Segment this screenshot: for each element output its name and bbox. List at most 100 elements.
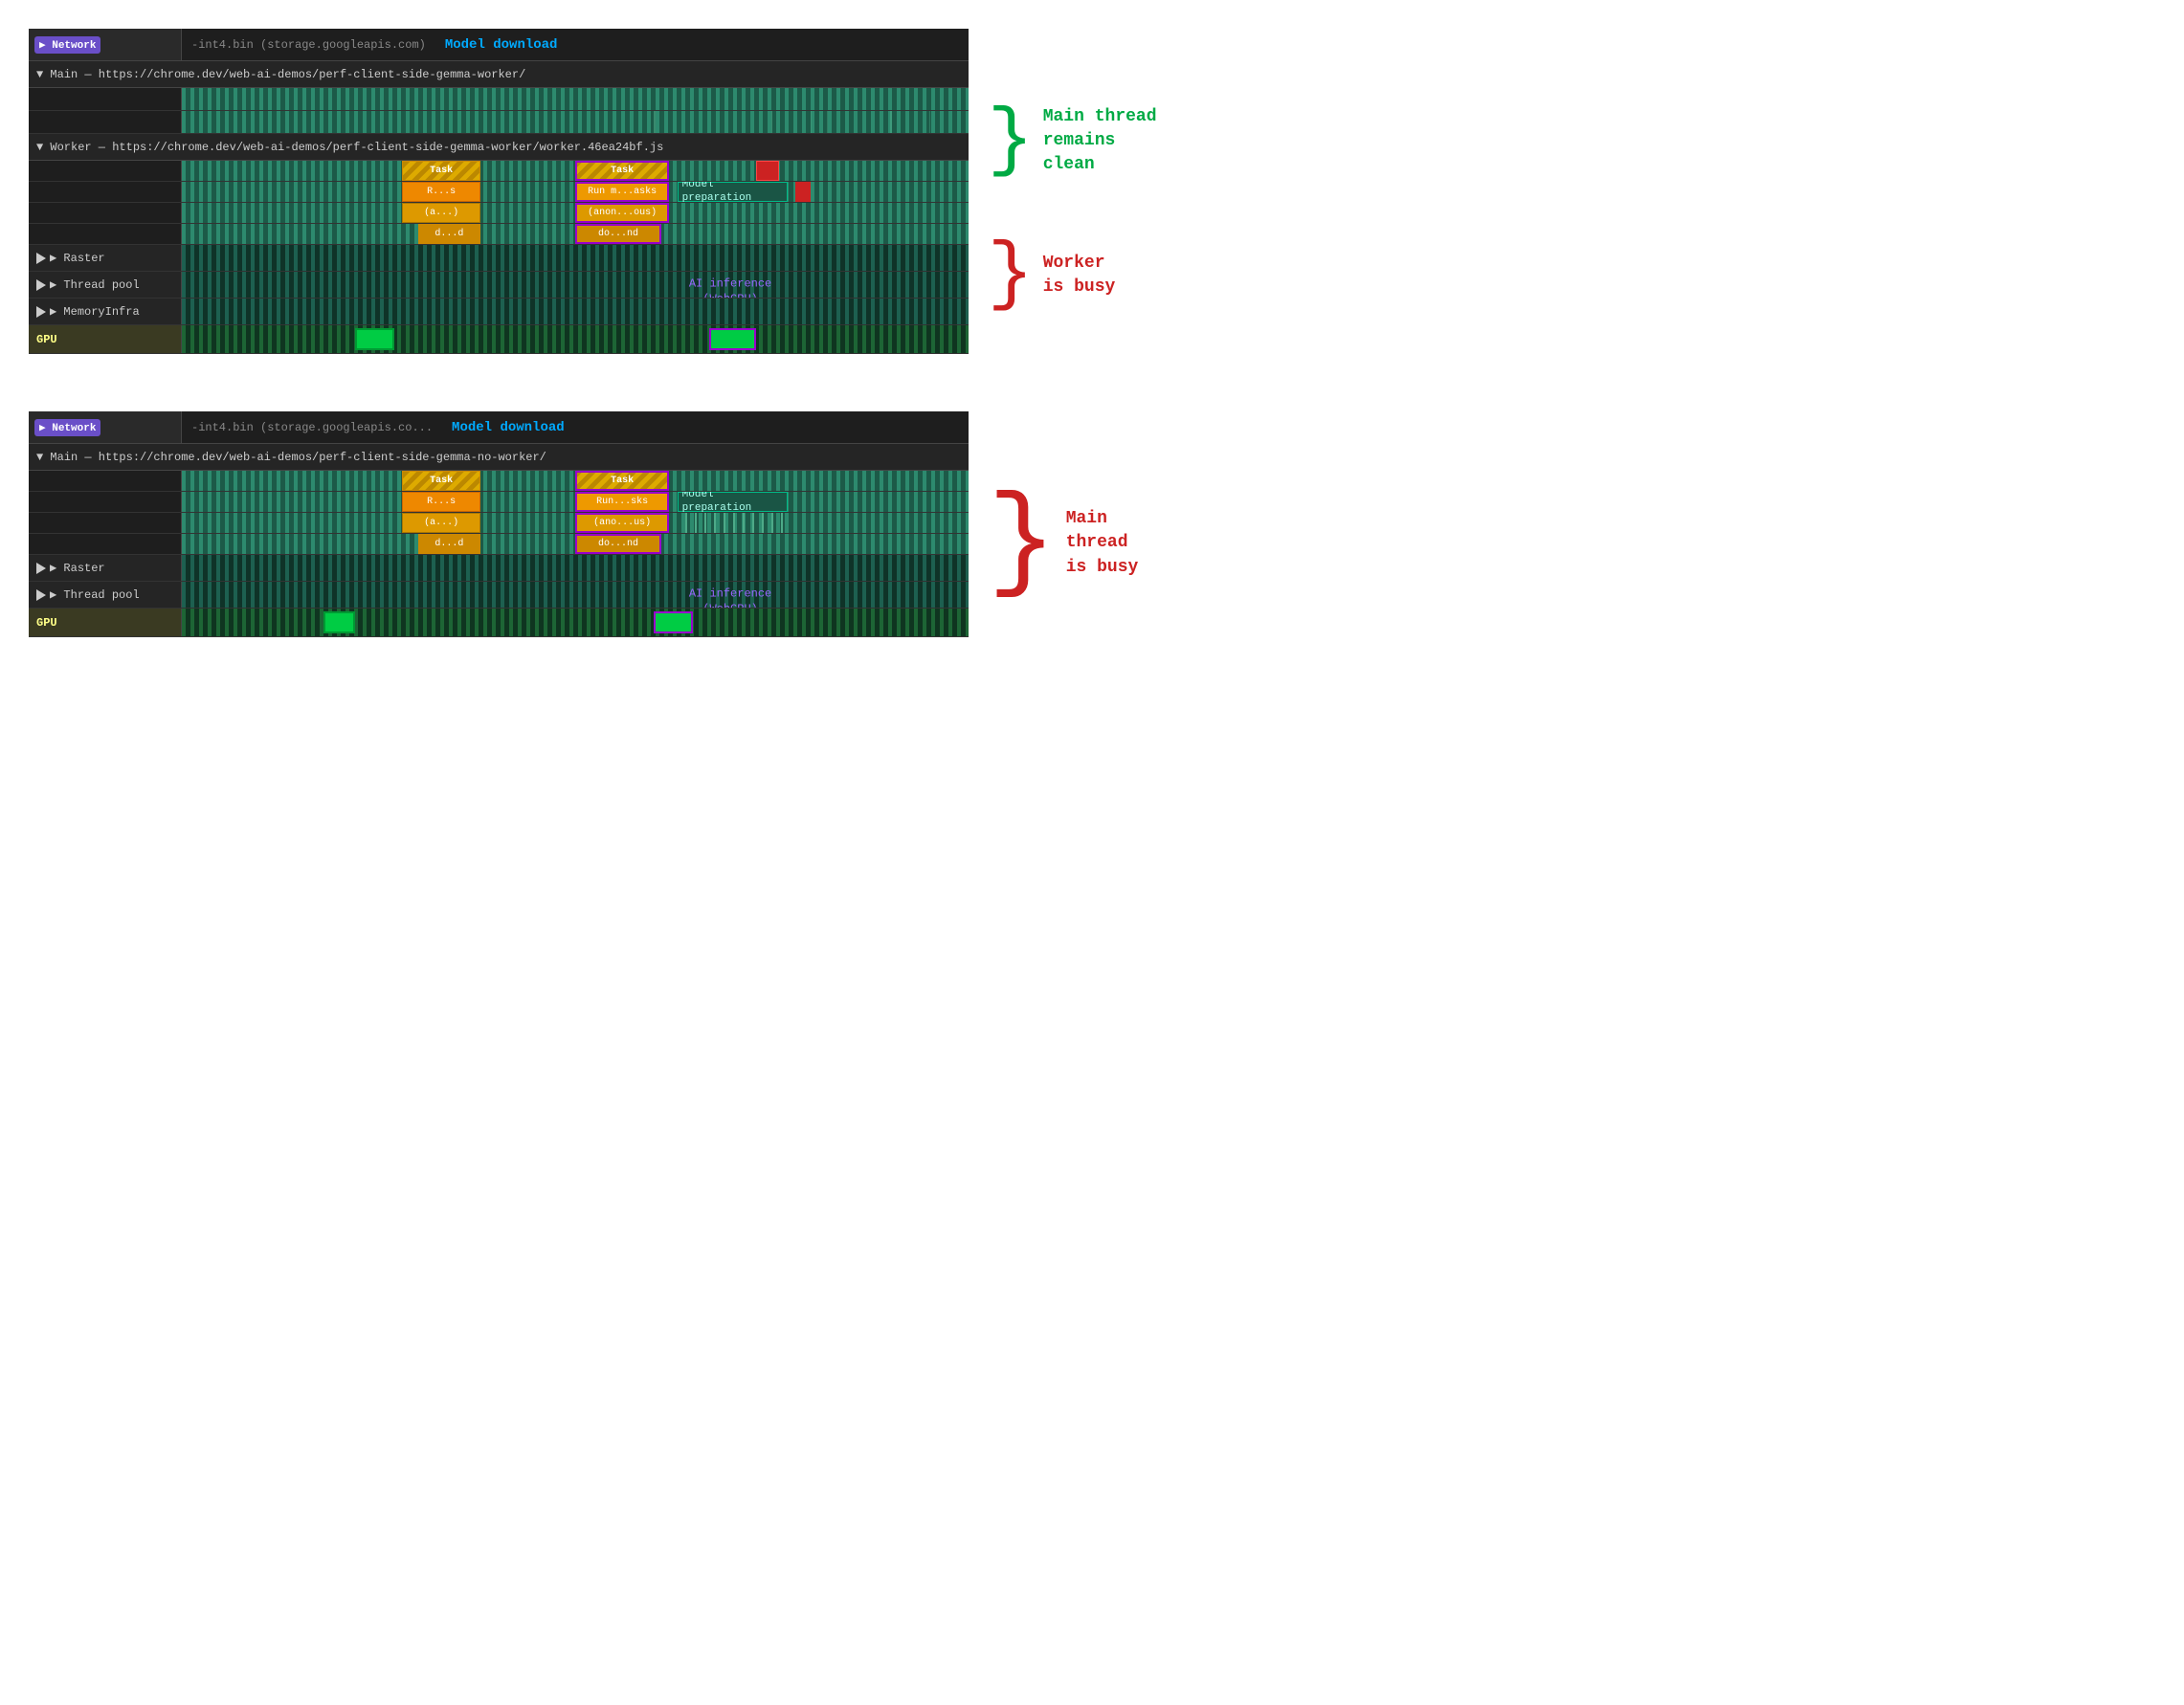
raster-content-2 xyxy=(182,555,969,581)
raster-content-1 xyxy=(182,245,969,271)
empty-label-w3 xyxy=(29,203,182,223)
main-label-1: ▼ Main — https://chrome.dev/web-ai-demos… xyxy=(29,61,969,88)
thread-pool-content-2: AI inference (WebGPU) xyxy=(182,582,969,608)
annotation-main-clean-text: Main thread remains clean xyxy=(1043,105,1177,178)
trace-panel-1: ▶ Network -int4.bin (storage.googleapis.… xyxy=(29,29,969,354)
main-content-1b xyxy=(182,111,969,133)
thread-pool-label-2[interactable]: ▶ Thread pool xyxy=(29,582,182,608)
main2-row4-content: d...d do...nd xyxy=(182,534,969,554)
network-url-1: -int4.bin (storage.googleapis.com) xyxy=(191,38,426,52)
network-url-2: -int4.bin (storage.googleapis.co... xyxy=(191,421,433,434)
thread-pool-icon-2[interactable] xyxy=(36,589,46,601)
worker-row3: (a...) (anon...ous) xyxy=(29,203,969,224)
main-timeline-1b xyxy=(29,111,969,134)
worker-row2: R...s Run m...asks Model preparation xyxy=(29,182,969,203)
raster-row-2: ▶ Raster xyxy=(29,555,969,582)
worker-row4-content: d...d do...nd xyxy=(182,224,969,244)
annotation-main-busy-text: Main thread is busy xyxy=(1066,507,1177,580)
diagram1: ▶ Network -int4.bin (storage.googleapis.… xyxy=(29,29,1177,354)
memory-infra-content-1 xyxy=(182,299,969,324)
worker-row3-content: (a...) (anon...ous) xyxy=(182,203,969,223)
model-download-1: Model download xyxy=(445,37,558,53)
empty-m2-1 xyxy=(29,471,182,491)
worker-task-row-1: Task Task xyxy=(29,161,969,182)
main2-row2: R...s Run...sks Model preparation xyxy=(29,492,969,513)
annotation-main-clean: } Main thread remains clean xyxy=(988,105,1177,178)
d2-anon-a: (a...) xyxy=(424,518,458,528)
main-timeline-1a xyxy=(29,88,969,111)
empty-label-w1 xyxy=(29,161,182,181)
d2-task1: Task xyxy=(430,476,453,486)
annotation-worker-busy: } Worker is busy xyxy=(988,245,1177,306)
network-row-2: ▶ Network -int4.bin (storage.googleapis.… xyxy=(29,411,969,444)
dd-label: d...d xyxy=(435,229,463,239)
d2-task2: Task xyxy=(611,476,634,486)
ai-inference-label-1: AI inference (WebGPU) xyxy=(689,277,771,298)
task2-label: Task xyxy=(611,166,634,176)
task1-label: Task xyxy=(430,166,453,176)
d2-model-prep: Model preparation xyxy=(682,492,752,512)
network-row-1: ▶ Network -int4.bin (storage.googleapis.… xyxy=(29,29,969,61)
thread-pool-row-1: ▶ Thread pool AI inference (WebGPU) xyxy=(29,272,969,299)
main2-row3: (a...) (ano...us) xyxy=(29,513,969,534)
gpu-label-cell-2: GPU xyxy=(29,609,182,636)
run-masks-label: Run m...asks xyxy=(588,187,657,197)
model-prep-label: Model preparation xyxy=(682,182,752,202)
empty-label-w4 xyxy=(29,224,182,244)
dond-label: do...nd xyxy=(598,229,638,239)
thread-pool-icon[interactable] xyxy=(36,279,46,291)
gpu-row-2: GPU xyxy=(29,609,969,637)
gpu-content-2 xyxy=(182,609,969,636)
d2-dd: d...d xyxy=(435,539,463,549)
main2-row3-content: (a...) (ano...us) xyxy=(182,513,969,533)
brace-3: } xyxy=(988,498,1057,589)
worker-label-1: ▼ Worker — https://chrome.dev/web-ai-dem… xyxy=(29,134,969,161)
annotations-2: } Main thread is busy xyxy=(988,411,1177,637)
memory-infra-icon[interactable] xyxy=(36,306,46,318)
d2-dond: do...nd xyxy=(598,539,638,549)
worker-task-content: Task Task xyxy=(182,161,969,181)
raster-row-1: ▶ Raster xyxy=(29,245,969,272)
empty-m2-4 xyxy=(29,534,182,554)
main-label-2: ▼ Main — https://chrome.dev/web-ai-demos… xyxy=(29,444,969,471)
trace-panel-2: ▶ Network -int4.bin (storage.googleapis.… xyxy=(29,411,969,637)
gpu-label-1: GPU xyxy=(36,333,57,346)
d2-anon-us: (ano...us) xyxy=(593,518,651,528)
empty-label xyxy=(29,88,182,110)
raster-collapse-icon[interactable] xyxy=(36,253,46,264)
worker-row2-content: R...s Run m...asks Model preparation xyxy=(182,182,969,202)
raster-icon-2[interactable] xyxy=(36,563,46,574)
empty-label-b xyxy=(29,111,182,133)
d2-run-sks: Run...sks xyxy=(596,497,648,507)
memory-infra-row-1: ▶ MemoryInfra xyxy=(29,299,969,325)
network-badge-1: ▶ Network xyxy=(34,36,100,54)
model-download-2: Model download xyxy=(452,420,565,435)
main2-task-content: Task Task xyxy=(182,471,969,491)
main-content-1a xyxy=(182,88,969,110)
gpu-content-1 xyxy=(182,325,969,353)
thread-pool-content-1: AI inference (WebGPU) xyxy=(182,272,969,298)
main2-row4: d...d do...nd xyxy=(29,534,969,555)
run-s-label: R...s xyxy=(427,187,456,197)
anon-a-label: (a...) xyxy=(424,208,458,218)
worker-row4: d...d do...nd xyxy=(29,224,969,245)
empty-label-w2 xyxy=(29,182,182,202)
gpu-label-2: GPU xyxy=(36,616,57,630)
main2-task-row: Task Task xyxy=(29,471,969,492)
thread-pool-label-1[interactable]: ▶ Thread pool xyxy=(29,272,182,298)
annotation-main-busy: } Main thread is busy xyxy=(988,498,1177,589)
diagram2: ▶ Network -int4.bin (storage.googleapis.… xyxy=(29,411,1177,637)
brace-2: } xyxy=(988,245,1034,306)
empty-m2-3 xyxy=(29,513,182,533)
annotations-1: } Main thread remains clean } Worker is … xyxy=(988,29,1177,354)
anon-ous-label: (anon...ous) xyxy=(588,208,657,218)
ai-inference-label-2: AI inference (WebGPU) xyxy=(689,587,771,608)
gpu-label-cell-1: GPU xyxy=(29,325,182,353)
annotation-worker-busy-text: Worker is busy xyxy=(1043,252,1116,299)
brace-1: } xyxy=(988,111,1034,172)
raster-label-2[interactable]: ▶ Raster xyxy=(29,555,182,581)
memory-infra-label-1[interactable]: ▶ MemoryInfra xyxy=(29,299,182,324)
thread-pool-row-2: ▶ Thread pool AI inference (WebGPU) xyxy=(29,582,969,609)
raster-label-1[interactable]: ▶ Raster xyxy=(29,245,182,271)
empty-m2-2 xyxy=(29,492,182,512)
